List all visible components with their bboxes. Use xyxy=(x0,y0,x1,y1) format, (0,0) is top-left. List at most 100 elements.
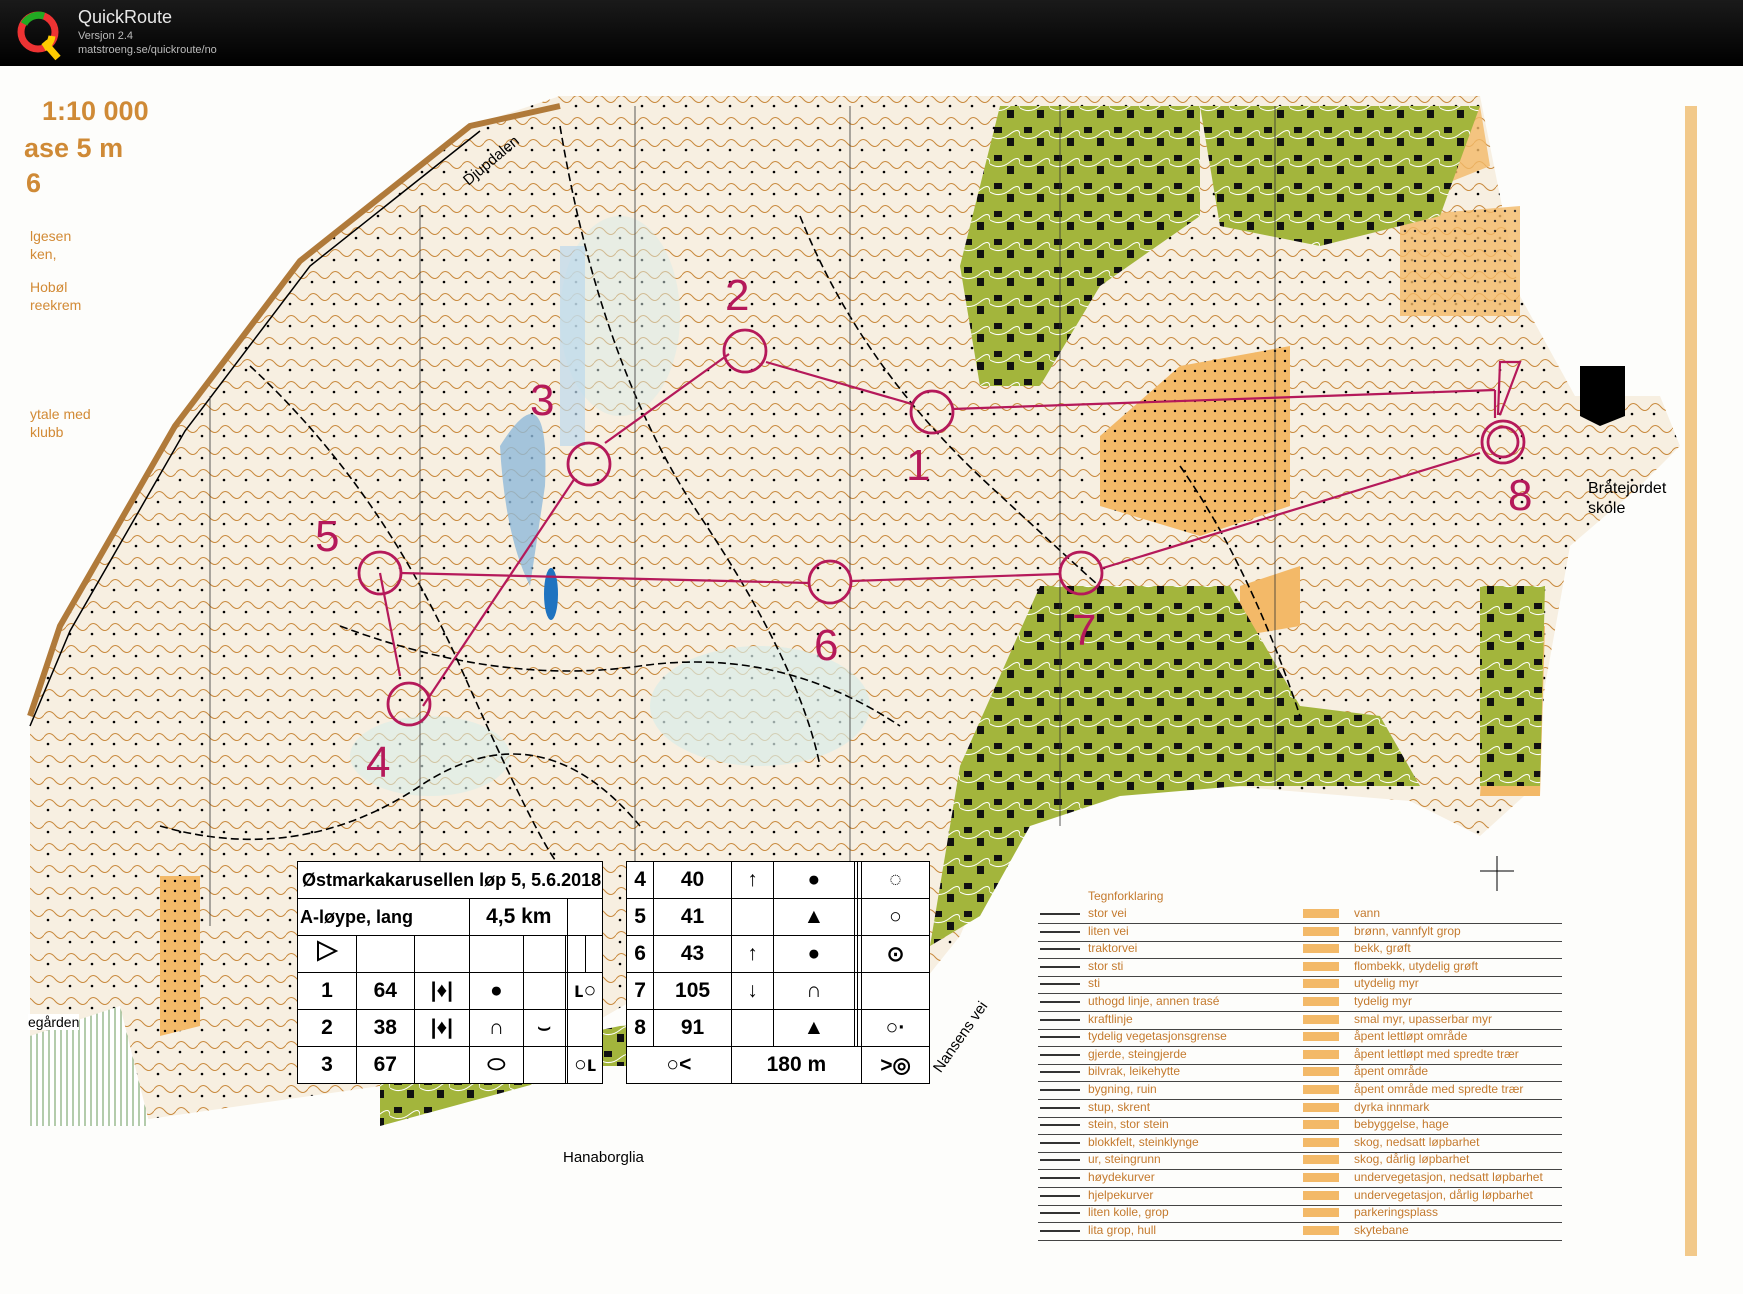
cliff-icon: |♦| xyxy=(413,1009,471,1047)
course-length: 4,5 km xyxy=(469,898,569,936)
legend-label-left: blokkfelt, steinklynge xyxy=(1088,1134,1199,1149)
legend-row: stein, stor stein bebyggelse, hage xyxy=(1038,1117,1562,1136)
control-number-6: 6 xyxy=(814,621,839,670)
spur-icon: ∩ xyxy=(773,972,855,1010)
legend-symbol-icon xyxy=(1303,926,1339,936)
arrow-up-icon: ↑ xyxy=(730,935,775,973)
legend-symbol-icon xyxy=(1040,1089,1080,1091)
credit-line-4: reekrem xyxy=(30,297,82,313)
gully-icon: ⌣ xyxy=(522,1009,566,1047)
legend-symbol-icon xyxy=(1303,1085,1339,1094)
legend-symbol-icon xyxy=(1040,948,1080,951)
legend-symbol-icon xyxy=(1040,1159,1080,1162)
cd-row-4-code: 40 xyxy=(653,861,732,899)
legend-row: traktorvei bekk, grøft xyxy=(1038,941,1562,960)
legend-symbol-icon xyxy=(1040,930,1080,933)
credit-line-3: Hobøl xyxy=(30,279,68,295)
finish-icon: >◎ xyxy=(860,1046,931,1084)
legend-label-right: brønn, vannfylt grop xyxy=(1354,923,1461,938)
legend-label-right: undervegetasjon, dårlig løpbarhet xyxy=(1354,1187,1533,1202)
boulder-icon: ● xyxy=(469,972,524,1010)
legend-symbol-icon xyxy=(1040,1036,1080,1039)
event-title: Østmarkakarusellen løp 5, 5.6.2018 xyxy=(297,861,603,899)
legend-row: bilvrak, leikehytte åpent område xyxy=(1038,1064,1562,1083)
knoll-icon: ◌ xyxy=(860,861,931,899)
legend-label-left: liten vei xyxy=(1088,923,1129,938)
quickroute-logo-icon xyxy=(17,11,61,61)
legend-label-left: stup, skrent xyxy=(1088,1099,1151,1114)
legend-label-left: gjerde, steingjerde xyxy=(1088,1046,1187,1061)
boulder-icon: ● xyxy=(773,935,855,973)
legend-row: uthogd linje, annen trasé tydelig myr xyxy=(1038,994,1562,1012)
cd-row-6-number: 6 xyxy=(625,935,655,973)
legend-row: høydekurver undervegetasjon, nedsatt løpb… xyxy=(1038,1170,1562,1188)
legend-title: Tegnforklaring xyxy=(1088,889,1164,903)
legend-symbol-icon xyxy=(1303,1155,1339,1165)
legend-symbol-icon xyxy=(1040,983,1080,986)
app-url[interactable]: matstroeng.se/quickroute/no xyxy=(78,44,217,56)
knoll-icon: ⊙ xyxy=(860,935,931,973)
cd-row-6-code: 43 xyxy=(653,935,732,973)
map-equidistance: ase 5 m xyxy=(24,133,124,163)
cd-row-5-code: 41 xyxy=(653,898,732,936)
place-gaarden: egården xyxy=(28,1014,80,1030)
legend-label-right: utydelig myr xyxy=(1354,976,1419,991)
spur-icon: ∩ xyxy=(469,1009,524,1047)
legend-label-left: uthogd linje, annen trasé xyxy=(1088,994,1220,1008)
legend-symbol-icon xyxy=(1303,944,1339,954)
knoll-icon: ○· xyxy=(860,1009,931,1047)
cd-row-1-number: 1 xyxy=(296,972,358,1010)
legend-row: stup, skrent dyrka innmark xyxy=(1038,1100,1562,1118)
arrow-down-icon: ↓ xyxy=(730,972,775,1010)
legend-symbol-icon xyxy=(1040,1053,1080,1056)
legend-symbol-icon xyxy=(1040,1071,1080,1074)
app-titlebar: QuickRoute Versjon 2.4 matstroeng.se/qui… xyxy=(0,0,1743,66)
cd-row-2-code: 38 xyxy=(356,1009,415,1047)
legend-label-left: stein, stor stein xyxy=(1088,1117,1169,1132)
legend-symbol-icon xyxy=(1303,909,1339,918)
control-number-4: 4 xyxy=(366,738,391,787)
legend-symbol-icon xyxy=(1303,961,1339,971)
cd-row-7-number: 7 xyxy=(625,972,655,1010)
legend-symbol-icon xyxy=(1040,965,1080,968)
legend-row: stor vei vann xyxy=(1038,906,1562,924)
legend-symbol-icon xyxy=(1040,1229,1080,1232)
legend-symbol-icon xyxy=(1303,1208,1339,1218)
orienteering-map[interactable]: 1 2 3 4 5 6 7 8 1:10 000 ase 5 m 6 lgese… xyxy=(0,66,1743,1294)
legend-label-right: åpent område xyxy=(1354,1064,1429,1079)
legend-symbol-icon xyxy=(1040,1141,1080,1144)
boulder-icon: ▲ xyxy=(773,898,855,936)
legend-symbol-icon xyxy=(1040,1018,1080,1021)
legend-label-left: stor sti xyxy=(1088,958,1124,973)
legend-row: liten kolle, grop parkeringsplass xyxy=(1038,1205,1562,1224)
app-version: Versjon 2.4 xyxy=(78,30,134,42)
map-year-fragment: 6 xyxy=(26,168,42,198)
legend-symbol-icon xyxy=(1303,1190,1339,1200)
legend-label-left: bilvrak, leikehytte xyxy=(1088,1064,1181,1079)
cd-row-3-number: 3 xyxy=(296,1046,358,1084)
legend-symbol-icon xyxy=(1303,1120,1339,1130)
place-school-line-2: skole xyxy=(1588,500,1626,517)
map-scale: 1:10 000 xyxy=(42,96,149,126)
legend-label-right: parkeringsplass xyxy=(1354,1205,1439,1220)
legend-symbol-icon xyxy=(1303,1102,1339,1112)
legend-symbol-icon xyxy=(1040,913,1080,915)
course-name: A-løype, lang xyxy=(296,898,471,936)
control-number-8: 8 xyxy=(1508,471,1533,520)
knoll-icon: ⬭ xyxy=(469,1046,524,1084)
legend-label-right: åpent område med spredte trær xyxy=(1354,1082,1524,1096)
place-school-line-1: Bråtejordet xyxy=(1588,480,1667,497)
control-description-table-2: 4 40 ↑ ● ◌ 5 41 ▲ ○ 6 43 ↑ ● ⊙ 7 105 ↓ ∩ xyxy=(625,861,931,1084)
legend-row: sti utydelig myr xyxy=(1038,976,1562,995)
finish-start-icon: ○< xyxy=(626,1046,732,1084)
legend-label-left: lita grop, hull xyxy=(1088,1222,1157,1237)
arrow-up-icon: ↑ xyxy=(730,861,775,899)
legend-symbol-icon xyxy=(1303,979,1339,989)
school-building xyxy=(1580,366,1625,426)
legend-row: blokkfelt, steinklynge skog, nedsatt løpb… xyxy=(1038,1135,1562,1153)
cd-row-3-code: 67 xyxy=(356,1046,415,1084)
legend-symbol-icon xyxy=(1040,1106,1080,1109)
legend-symbol-icon xyxy=(1040,1212,1080,1215)
start-triangle-icon xyxy=(296,935,358,973)
legend-label-left: høydekurver xyxy=(1088,1170,1155,1184)
